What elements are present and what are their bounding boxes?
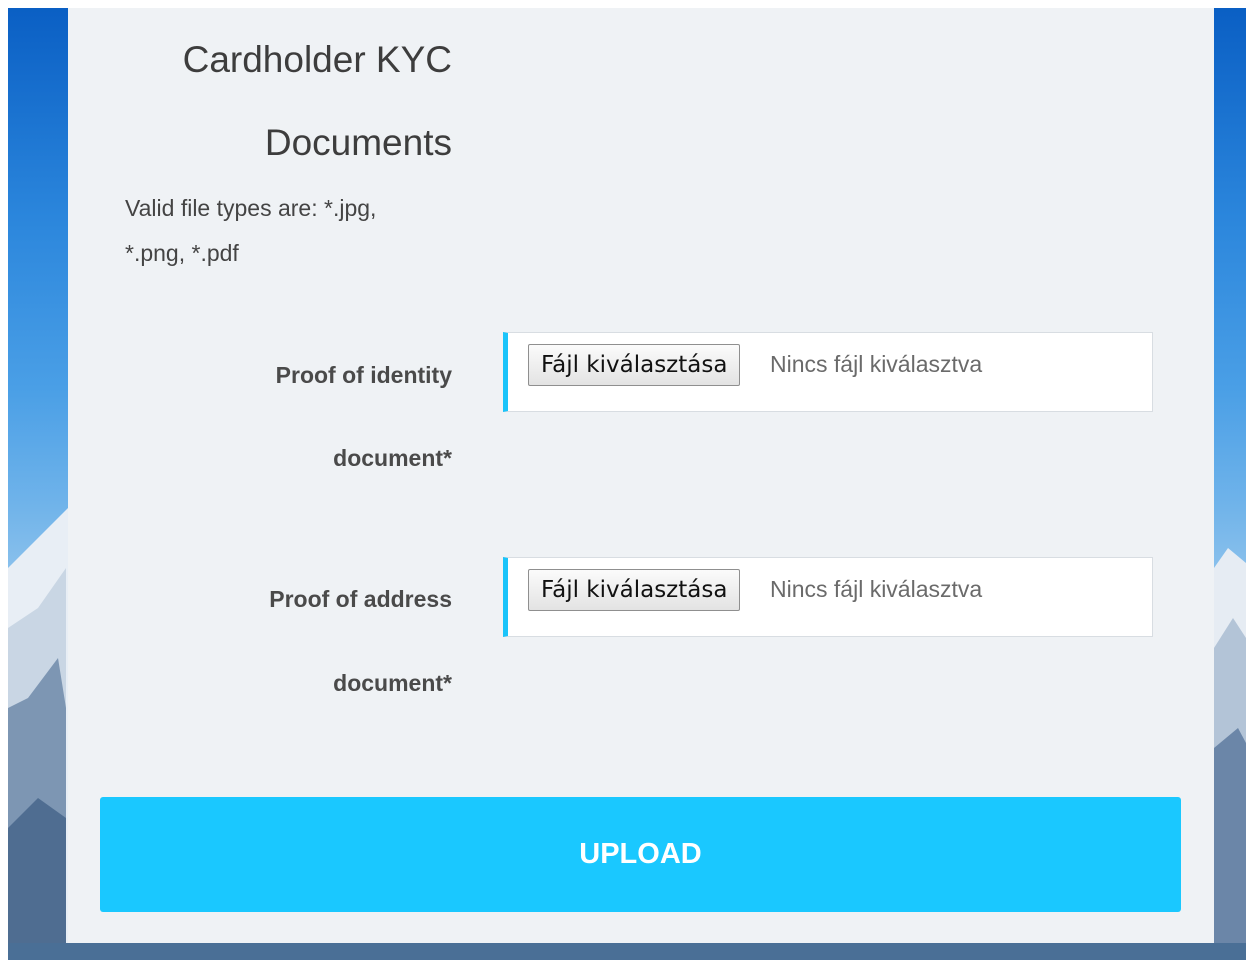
page-title-line-2: Documents <box>264 122 452 163</box>
identity-choose-file-button[interactable]: Fájl kiválasztása <box>528 344 741 386</box>
address-choose-file-button[interactable]: Fájl kiválasztása <box>528 569 741 611</box>
identity-document-label-line-2: document* <box>333 445 452 471</box>
address-file-status: Nincs fájl kiválasztva <box>770 576 983 602</box>
page-title: Cardholder KYC <box>182 39 452 80</box>
identity-document-label: Proof of identity <box>275 362 452 388</box>
upload-button[interactable]: UPLOAD <box>100 797 1181 912</box>
file-type-hint: Valid file types are: *.jpg, <box>125 195 377 221</box>
file-type-hint-line-2: *.png, *.pdf <box>125 240 239 266</box>
kyc-form-card: Cardholder KYC Documents Valid file type… <box>68 8 1214 943</box>
address-document-file-input[interactable]: Fájl kiválasztása Nincs fájl kiválasztva <box>503 557 1153 637</box>
identity-document-file-input[interactable]: Fájl kiválasztása Nincs fájl kiválasztva <box>503 332 1153 412</box>
address-document-label-line-2: document* <box>333 670 452 696</box>
address-document-label: Proof of address <box>269 586 452 612</box>
page-background: Cardholder KYC Documents Valid file type… <box>8 8 1246 960</box>
identity-file-status: Nincs fájl kiválasztva <box>770 351 983 377</box>
